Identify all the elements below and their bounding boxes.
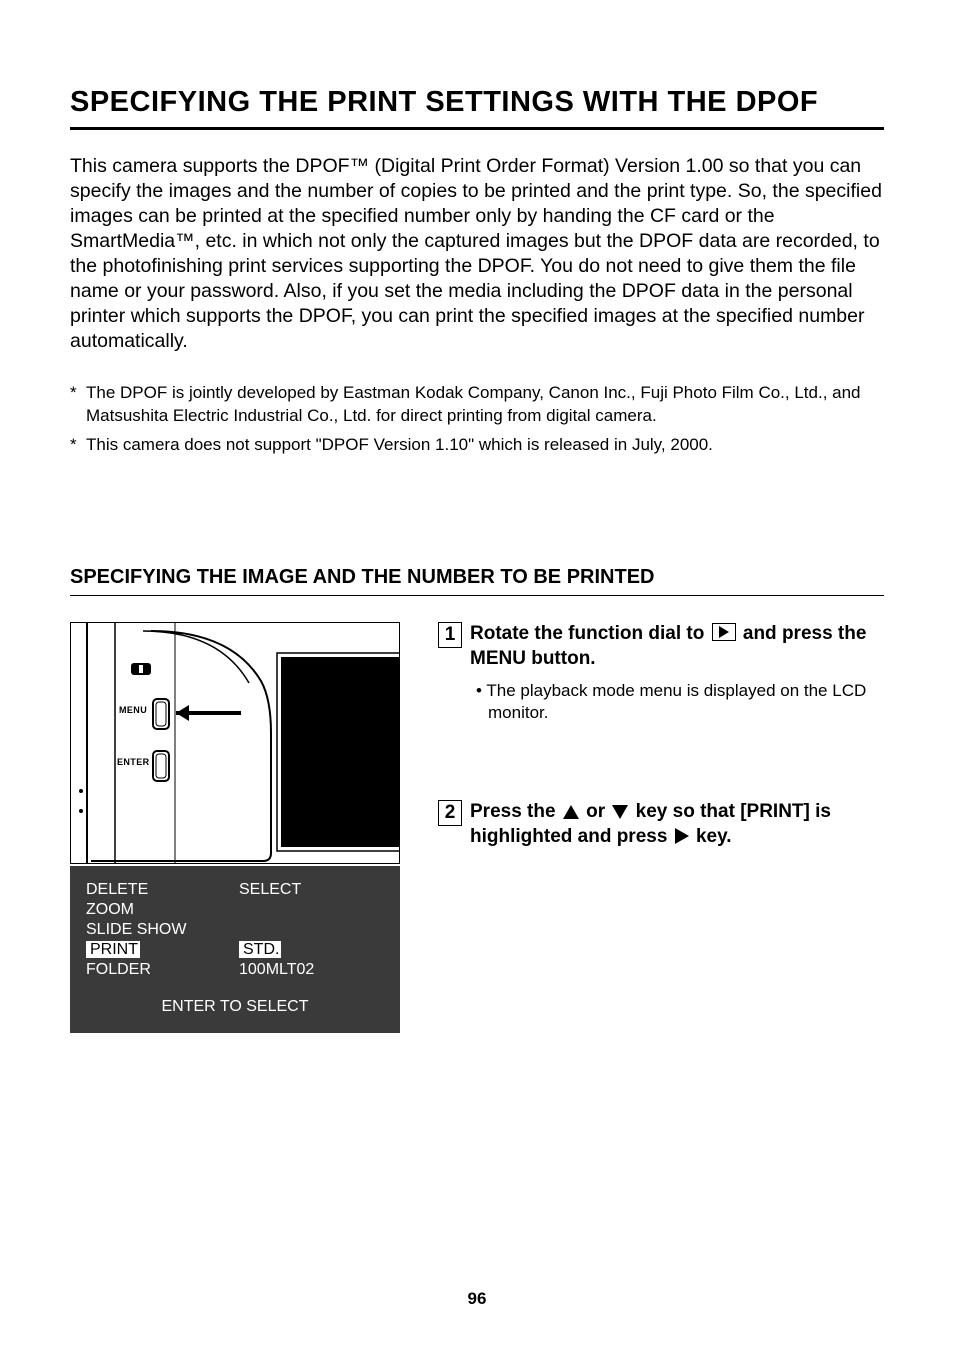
page-title: SPECIFYING THE PRINT SETTINGS WITH THE D… [70,86,884,119]
lcd-cell-left: ZOOM [82,900,235,920]
intro-paragraph: This camera supports the DPOF™ (Digital … [70,154,884,354]
step-1: 1 Rotate the function dial to and press … [438,622,884,724]
lcd-cell-right-highlighted: STD. [239,941,281,958]
enter-button-label: ENTER [117,757,150,767]
asterisk-icon: * [70,434,86,457]
playback-icon [712,623,736,641]
step-1-note: • The playback mode menu is displayed on… [470,680,884,724]
step-2-text: Press the or key so that [PRINT] is high… [470,800,884,849]
lcd-cell-right [235,920,388,940]
step-1-number: 1 [438,622,462,648]
footnote-2-text: This camera does not support "DPOF Versi… [86,434,884,457]
step-1-pre: Rotate the function dial to [470,623,710,644]
lcd-row: ZOOM [82,900,388,920]
lcd-cell-right [235,900,388,920]
title-rule [70,127,884,130]
step-2-pre: Press the [470,801,561,822]
up-arrow-icon [563,805,579,819]
step-2-post: key. [691,826,732,847]
down-arrow-icon [612,805,628,819]
page-number: 96 [0,1289,954,1309]
lcd-cell-right: 100MLT02 [235,960,388,980]
asterisk-icon: * [70,382,86,428]
lcd-enter-line: ENTER TO SELECT [82,980,388,1017]
lcd-row: FOLDER 100MLT02 [82,960,388,980]
lcd-row: DELETE SELECT [82,880,388,900]
footnote-1: * The DPOF is jointly developed by Eastm… [70,382,884,428]
lcd-row-highlighted: PRINT STD. [82,940,388,960]
step-2: 2 Press the or key so that [PRINT] is hi… [438,800,884,849]
camera-diagram: MENU ENTER [70,622,400,864]
lcd-cell-left: FOLDER [82,960,235,980]
lcd-cell-left-highlighted: PRINT [86,941,140,958]
lcd-cell-right: SELECT [235,880,388,900]
footnote-1-text: The DPOF is jointly developed by Eastman… [86,382,884,428]
step-2-mid1: or [581,801,611,822]
lcd-cell-left: SLIDE SHOW [82,920,235,940]
section-subtitle: SPECIFYING THE IMAGE AND THE NUMBER TO B… [70,566,884,589]
lcd-cell-left: DELETE [82,880,235,900]
lcd-row: SLIDE SHOW [82,920,388,940]
step-2-number: 2 [438,800,462,826]
step-1-text: Rotate the function dial to and press th… [470,622,884,724]
menu-button-label: MENU [119,705,147,715]
right-arrow-icon [675,828,689,844]
footnote-2: * This camera does not support "DPOF Ver… [70,434,884,457]
subtitle-rule [70,595,884,596]
lcd-menu: DELETE SELECT ZOOM SLIDE SHOW PRINT STD. [70,866,400,1033]
